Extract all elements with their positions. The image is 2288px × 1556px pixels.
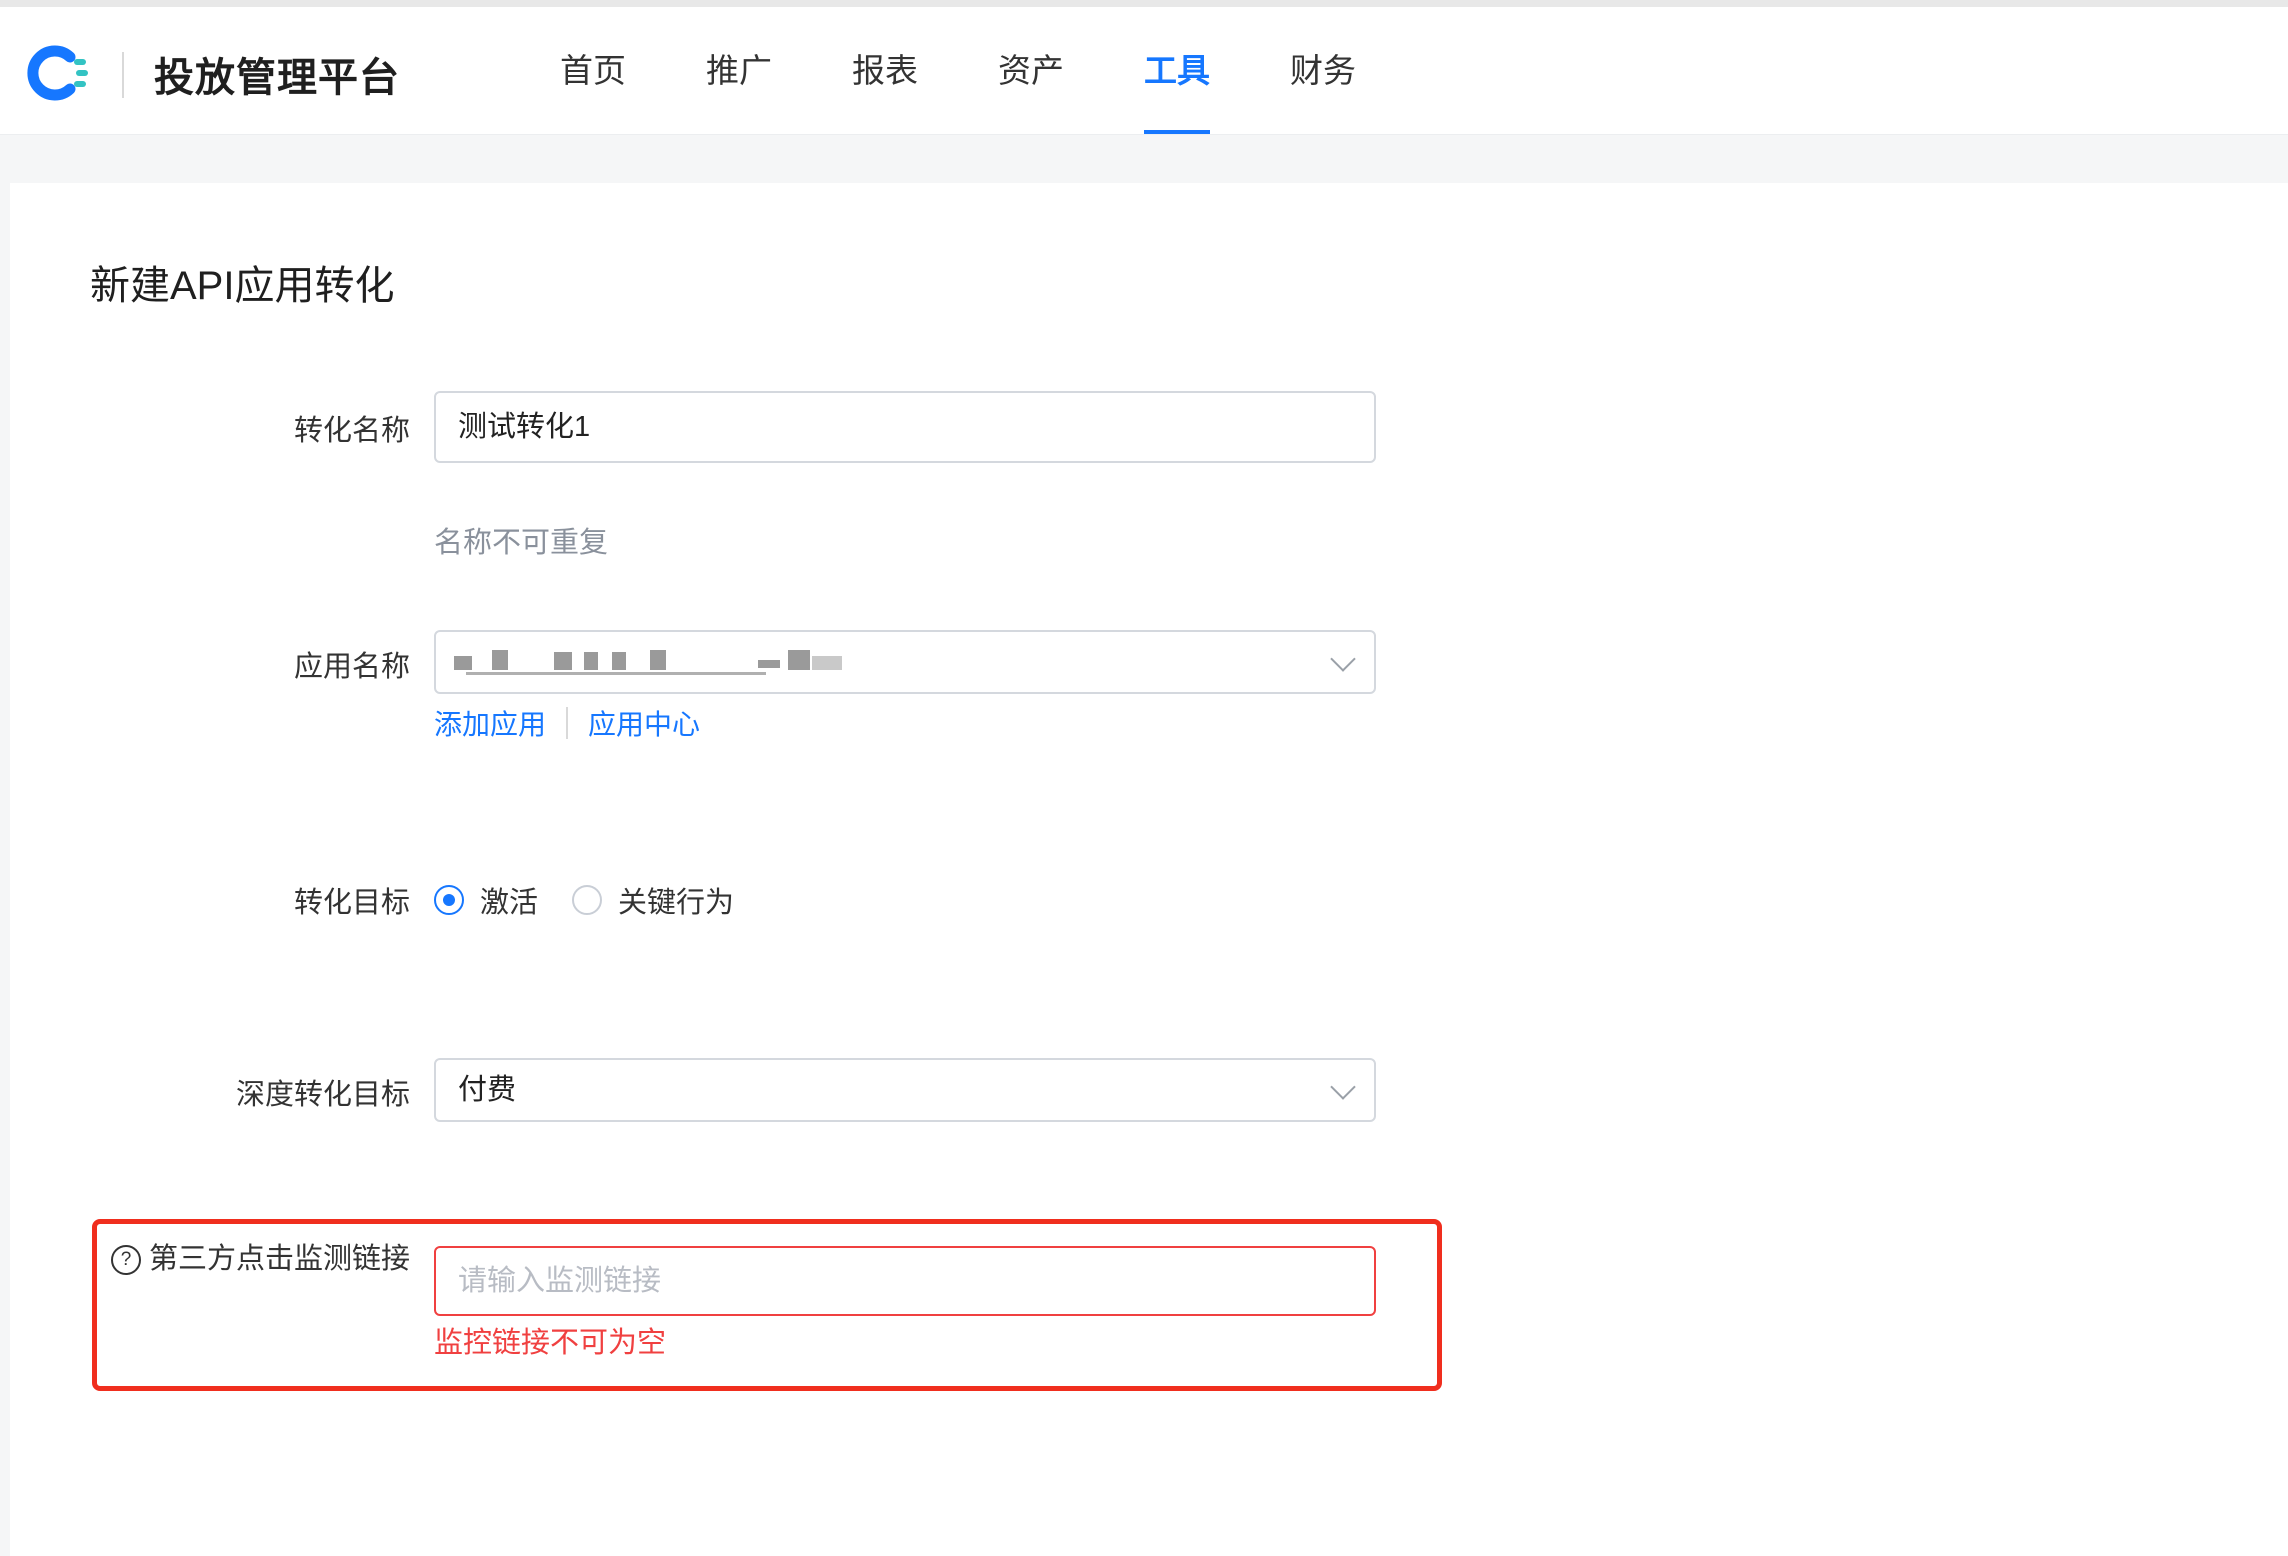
nav-home[interactable]: 首页 bbox=[560, 7, 626, 134]
nav-finance[interactable]: 财务 bbox=[1290, 7, 1356, 134]
nav-reports[interactable]: 报表 bbox=[852, 7, 918, 134]
radio-activate-label[interactable]: 激活 bbox=[480, 879, 538, 921]
third-party-url-placeholder: 请输入监测链接 bbox=[458, 1265, 662, 1297]
logo-divider bbox=[122, 52, 124, 98]
app-name-select[interactable] bbox=[434, 630, 1376, 694]
third-party-url-input[interactable]: 请输入监测链接 bbox=[434, 1246, 1376, 1316]
radio-key-action[interactable] bbox=[572, 885, 603, 915]
main-nav: 首页 推广 报表 资产 工具 财务 bbox=[560, 7, 1436, 134]
third-party-url-label: ? 第三方点击监测链接 bbox=[100, 1235, 410, 1277]
app-links: 添加应用 应用中心 bbox=[434, 703, 700, 743]
masked-app-value bbox=[454, 646, 894, 676]
nav-tools[interactable]: 工具 bbox=[1144, 7, 1210, 134]
third-party-url-label-text: 第三方点击监测链接 bbox=[148, 1243, 410, 1275]
conversion-name-input[interactable]: 测试转化1 bbox=[434, 391, 1376, 463]
conversion-goal-radios: 激活 关键行为 bbox=[434, 879, 768, 921]
form-panel: 新建API应用转化 转化名称 测试转化1 名称不可重复 应用名称 添加应用 应用… bbox=[10, 183, 2288, 1556]
third-party-url-error: 监控链接不可为空 bbox=[434, 1327, 667, 1359]
platform-name: 投放管理平台 bbox=[154, 56, 400, 100]
add-app-link[interactable]: 添加应用 bbox=[434, 703, 546, 743]
link-divider bbox=[566, 707, 569, 739]
radio-key-action-label[interactable]: 关键行为 bbox=[618, 879, 734, 921]
app-center-link[interactable]: 应用中心 bbox=[588, 703, 700, 743]
top-header: 投放管理平台 首页 推广 报表 资产 工具 财务 bbox=[0, 7, 2288, 135]
deep-conversion-goal-label: 深度转化目标 bbox=[235, 1079, 410, 1111]
app-name-label: 应用名称 bbox=[293, 651, 410, 683]
deep-conversion-goal-select[interactable]: 付费 bbox=[434, 1058, 1376, 1122]
conversion-name-label: 转化名称 bbox=[293, 415, 410, 447]
nav-assets[interactable]: 资产 bbox=[998, 7, 1064, 134]
page-title: 新建API应用转化 bbox=[90, 264, 395, 308]
chevron-down-icon bbox=[1330, 646, 1356, 672]
deep-conversion-goal-value: 付费 bbox=[458, 1074, 517, 1106]
conversion-name-value: 测试转化1 bbox=[458, 411, 591, 443]
top-edge bbox=[0, 0, 2288, 7]
brand-logo-icon[interactable] bbox=[22, 37, 94, 109]
question-circle-icon[interactable]: ? bbox=[110, 1245, 141, 1276]
conversion-goal-label: 转化目标 bbox=[293, 887, 410, 919]
conversion-name-help: 名称不可重复 bbox=[434, 527, 609, 559]
nav-promotion[interactable]: 推广 bbox=[706, 7, 772, 134]
radio-activate[interactable] bbox=[434, 885, 464, 915]
chevron-down-icon bbox=[1330, 1074, 1356, 1100]
